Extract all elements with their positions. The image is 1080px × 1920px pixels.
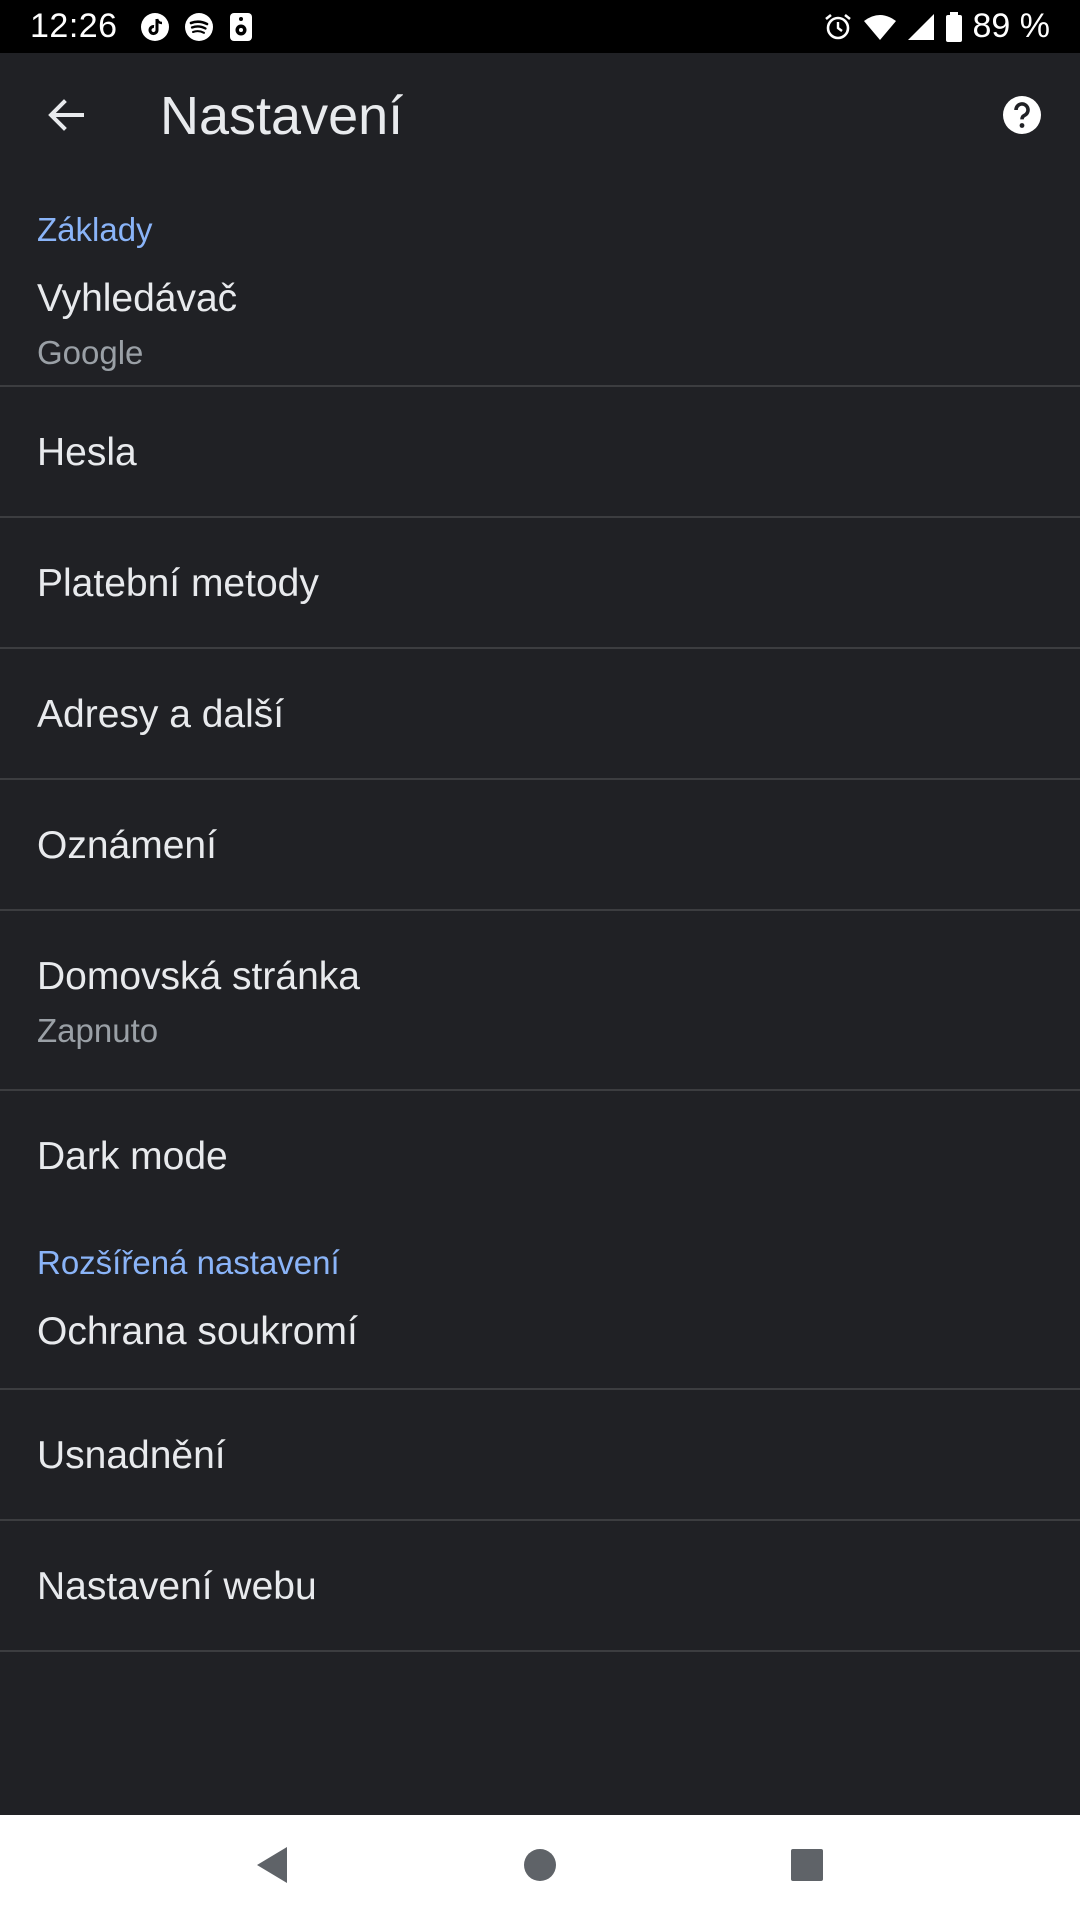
item-title: Dark mode bbox=[37, 1135, 228, 1178]
status-notification-icons bbox=[140, 12, 254, 42]
nav-home-icon bbox=[522, 1847, 558, 1888]
settings-item-passwords[interactable]: Hesla bbox=[0, 387, 1080, 518]
settings-item-dark-mode[interactable]: Dark mode bbox=[0, 1091, 1080, 1222]
speaker-icon bbox=[228, 12, 254, 42]
nav-back-icon bbox=[255, 1845, 291, 1890]
settings-list: Základy Vyhledávač Google Hesla Platební… bbox=[0, 181, 1080, 1652]
nav-back-button[interactable] bbox=[233, 1828, 313, 1908]
item-title: Oznámení bbox=[37, 824, 217, 867]
battery-icon bbox=[945, 11, 963, 42]
item-title: Usnadnění bbox=[37, 1434, 226, 1477]
help-button[interactable] bbox=[994, 89, 1050, 145]
tiktok-icon bbox=[140, 12, 170, 42]
section-header-advanced: Rozšířená nastavení bbox=[37, 1244, 340, 1281]
nav-home-button[interactable] bbox=[500, 1828, 580, 1908]
nav-recents-button[interactable] bbox=[767, 1828, 847, 1908]
wifi-icon bbox=[863, 13, 897, 41]
nav-recents-icon bbox=[790, 1848, 824, 1887]
item-title: Domovská stránka bbox=[37, 955, 360, 998]
battery-percent: 89 % bbox=[972, 7, 1051, 45]
item-title: Ochrana soukromí bbox=[37, 1310, 358, 1353]
settings-item-notifications[interactable]: Oznámení bbox=[0, 780, 1080, 911]
status-time: 12:26 bbox=[30, 7, 118, 45]
back-button[interactable] bbox=[30, 81, 102, 153]
spotify-icon bbox=[184, 12, 214, 42]
system-nav-bar bbox=[0, 1815, 1080, 1920]
alarm-icon bbox=[823, 12, 853, 42]
settings-item-privacy[interactable]: Ochrana soukromí bbox=[0, 1302, 1080, 1390]
item-title: Hesla bbox=[37, 431, 137, 474]
arrow-back-icon bbox=[46, 95, 86, 140]
section-header-basics: Základy bbox=[37, 211, 153, 248]
item-subtitle: Google bbox=[37, 334, 144, 371]
settings-item-accessibility[interactable]: Usnadnění bbox=[0, 1390, 1080, 1521]
settings-item-site-settings[interactable]: Nastavení webu bbox=[0, 1521, 1080, 1652]
item-title: Vyhledávač bbox=[37, 277, 238, 320]
item-title: Nastavení webu bbox=[37, 1565, 317, 1608]
status-bar: 12:26 89 % bbox=[0, 0, 1080, 53]
settings-item-search-engine[interactable]: Vyhledávač Google bbox=[0, 275, 1080, 387]
settings-item-addresses[interactable]: Adresy a další bbox=[0, 649, 1080, 780]
status-system-icons: 89 % bbox=[823, 7, 1051, 46]
help-icon bbox=[1002, 95, 1042, 140]
settings-item-homepage[interactable]: Domovská stránka Zapnuto bbox=[0, 911, 1080, 1091]
item-title: Adresy a další bbox=[37, 693, 285, 736]
page-title: Nastavení bbox=[160, 86, 404, 146]
signal-icon bbox=[907, 13, 935, 41]
item-title: Platební metody bbox=[37, 562, 319, 605]
app-bar: Nastavení bbox=[0, 53, 1080, 181]
settings-item-payment-methods[interactable]: Platební metody bbox=[0, 518, 1080, 649]
item-subtitle: Zapnuto bbox=[37, 1012, 159, 1049]
